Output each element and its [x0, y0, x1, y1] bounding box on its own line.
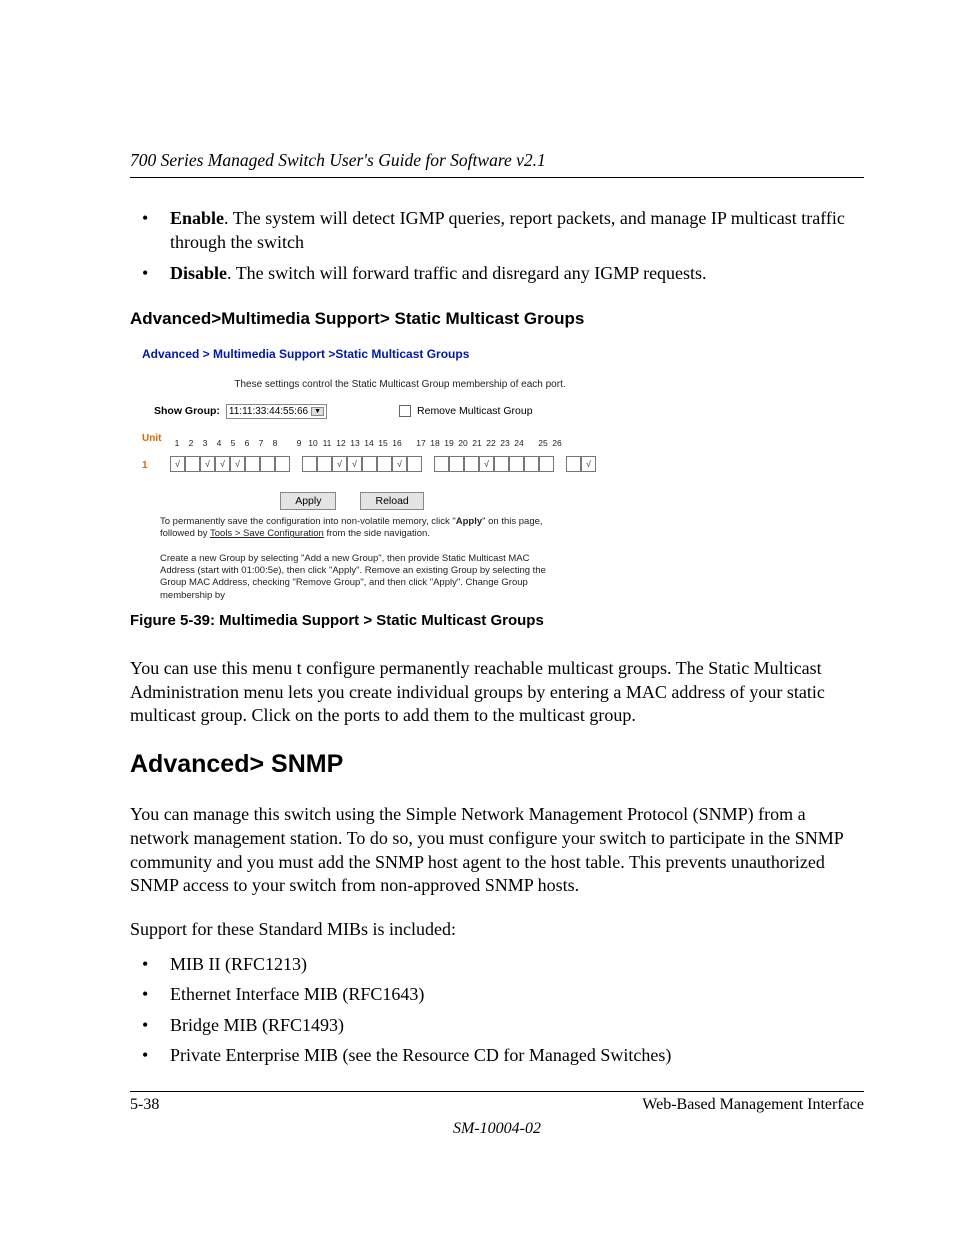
port-cell[interactable]: √ [392, 456, 407, 472]
reload-button[interactable]: Reload [360, 492, 423, 510]
running-header: 700 Series Managed Switch User's Guide f… [130, 150, 864, 178]
port-cell[interactable]: √ [479, 456, 494, 472]
term-enable-desc: . The system will detect IGMP queries, r… [170, 208, 845, 252]
figure-note-save: To permanently save the configuration in… [160, 516, 560, 541]
port-cell[interactable]: √ [170, 456, 185, 472]
port-cell[interactable] [185, 456, 200, 472]
figure-caption: Figure 5-39: Multimedia Support > Static… [130, 612, 864, 629]
port-cell[interactable]: √ [215, 456, 230, 472]
term-disable: Disable [170, 263, 227, 283]
port-cell[interactable] [524, 456, 539, 472]
port-headers: 1234567891011121314151617181920212223242… [170, 438, 564, 448]
page-footer: 5-38 Web-Based Management Interface [130, 1091, 864, 1114]
mib-list: MIB II (RFC1213) Ethernet Interface MIB … [130, 952, 864, 1067]
port-cell[interactable] [434, 456, 449, 472]
port-cell[interactable] [464, 456, 479, 472]
option-list: Enable. The system will detect IGMP quer… [130, 206, 864, 285]
paragraph: You can manage this switch using the Sim… [130, 803, 864, 898]
paragraph: Support for these Standard MIBs is inclu… [130, 918, 864, 942]
list-item: MIB II (RFC1213) [130, 952, 864, 976]
show-group-label: Show Group: [154, 405, 220, 417]
port-cell[interactable]: √ [581, 456, 596, 472]
figure-note-create: Create a new Group by selecting "Add a n… [160, 553, 560, 602]
show-group-select[interactable]: 11:11:33:44:55:66 ▼ [226, 404, 327, 419]
port-cell[interactable] [566, 456, 581, 472]
port-cell[interactable]: √ [230, 456, 245, 472]
section-heading-snmp: Advanced> SNMP [130, 750, 864, 779]
remove-group-label: Remove Multicast Group [417, 405, 533, 417]
figure-description: These settings control the Static Multic… [190, 379, 610, 390]
figure-screenshot: Advanced > Multimedia Support >Static Mu… [142, 347, 864, 602]
port-cell[interactable] [407, 456, 422, 472]
port-cell[interactable] [302, 456, 317, 472]
port-cells-row: √√√√√√√√√ [170, 455, 596, 472]
port-grid: Unit 12345678910111213141516171819202122… [142, 433, 864, 473]
port-cell[interactable] [494, 456, 509, 472]
list-item: Ethernet Interface MIB (RFC1643) [130, 982, 864, 1006]
port-cell[interactable] [317, 456, 332, 472]
paragraph: You can use this menu t configure perman… [130, 657, 864, 728]
port-cell[interactable] [362, 456, 377, 472]
document-id: SM-10004-02 [130, 1120, 864, 1138]
term-disable-desc: . The switch will forward traffic and di… [227, 263, 707, 283]
unit-row-label: 1 [142, 460, 166, 471]
port-cell[interactable]: √ [200, 456, 215, 472]
list-item: Private Enterprise MIB (see the Resource… [130, 1043, 864, 1067]
port-cell[interactable] [377, 456, 392, 472]
port-cell[interactable]: √ [332, 456, 347, 472]
port-cell[interactable] [260, 456, 275, 472]
port-cell[interactable] [449, 456, 464, 472]
unit-header: Unit [142, 433, 166, 444]
port-cell[interactable] [275, 456, 290, 472]
chevron-down-icon: ▼ [311, 407, 324, 416]
footer-section: Web-Based Management Interface [642, 1096, 864, 1114]
port-cell[interactable] [245, 456, 260, 472]
port-cell[interactable] [509, 456, 524, 472]
page-number: 5-38 [130, 1096, 159, 1114]
remove-group-checkbox[interactable] [399, 405, 411, 417]
section-heading: Advanced>Multimedia Support> Static Mult… [130, 309, 864, 329]
figure-breadcrumb: Advanced > Multimedia Support >Static Mu… [142, 347, 864, 361]
port-cell[interactable]: √ [347, 456, 362, 472]
show-group-value: 11:11:33:44:55:66 [229, 406, 308, 417]
port-cell[interactable] [539, 456, 554, 472]
list-item: Enable. The system will detect IGMP quer… [130, 206, 864, 255]
apply-button[interactable]: Apply [280, 492, 336, 510]
term-enable: Enable [170, 208, 224, 228]
list-item: Disable. The switch will forward traffic… [130, 261, 864, 285]
list-item: Bridge MIB (RFC1493) [130, 1013, 864, 1037]
